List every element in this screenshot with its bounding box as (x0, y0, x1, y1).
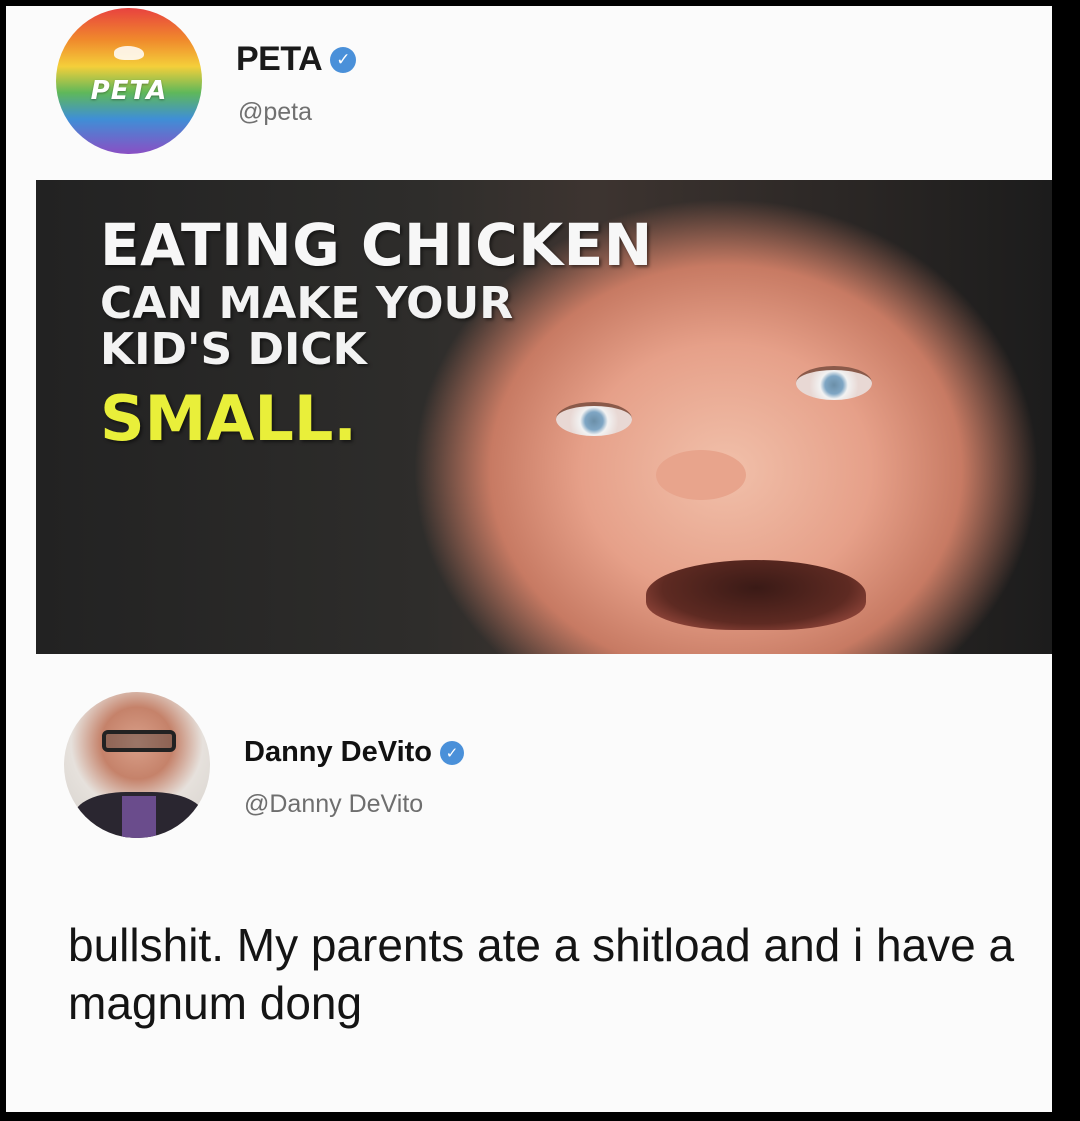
image-caption: EATING CHICKEN CAN MAKE YOUR KID'S DICK … (100, 216, 653, 450)
image-nose (656, 450, 746, 500)
avatar-shirt (122, 796, 156, 838)
devito-avatar[interactable] (64, 692, 210, 838)
bunny-icon (114, 46, 144, 60)
verified-badge-icon: ✓ (330, 46, 357, 73)
peta-display-name[interactable]: PETA (236, 40, 323, 79)
tweet-image[interactable]: EATING CHICKEN CAN MAKE YOUR KID'S DICK … (36, 180, 1052, 654)
tweet-card: PETA PETA ✓ @peta EATING CHICKEN CAN MAK… (6, 6, 1052, 1112)
devito-display-name-row[interactable]: Danny DeVito ✓ (244, 736, 465, 769)
avatar-logo-text: PETA (90, 76, 168, 106)
image-eye-right (796, 366, 872, 400)
image-mouth (646, 560, 866, 630)
reply-tweet-text: bullshit. My parents ate a shitload and … (68, 919, 1015, 1029)
peta-handle[interactable]: @peta (238, 98, 312, 127)
devito-handle[interactable]: @Danny DeVito (244, 790, 423, 819)
avatar-glasses (102, 730, 176, 752)
peta-avatar[interactable]: PETA (56, 8, 202, 154)
image-caption-line1: EATING CHICKEN (100, 211, 653, 279)
image-caption-line3: KID'S DICK (100, 324, 367, 375)
verified-badge-icon: ✓ (440, 740, 465, 765)
peta-display-name-row[interactable]: PETA ✓ (236, 40, 357, 79)
devito-display-name[interactable]: Danny DeVito (244, 736, 432, 769)
image-caption-line4: SMALL. (100, 382, 357, 455)
image-caption-line2: CAN MAKE YOUR (100, 278, 514, 329)
